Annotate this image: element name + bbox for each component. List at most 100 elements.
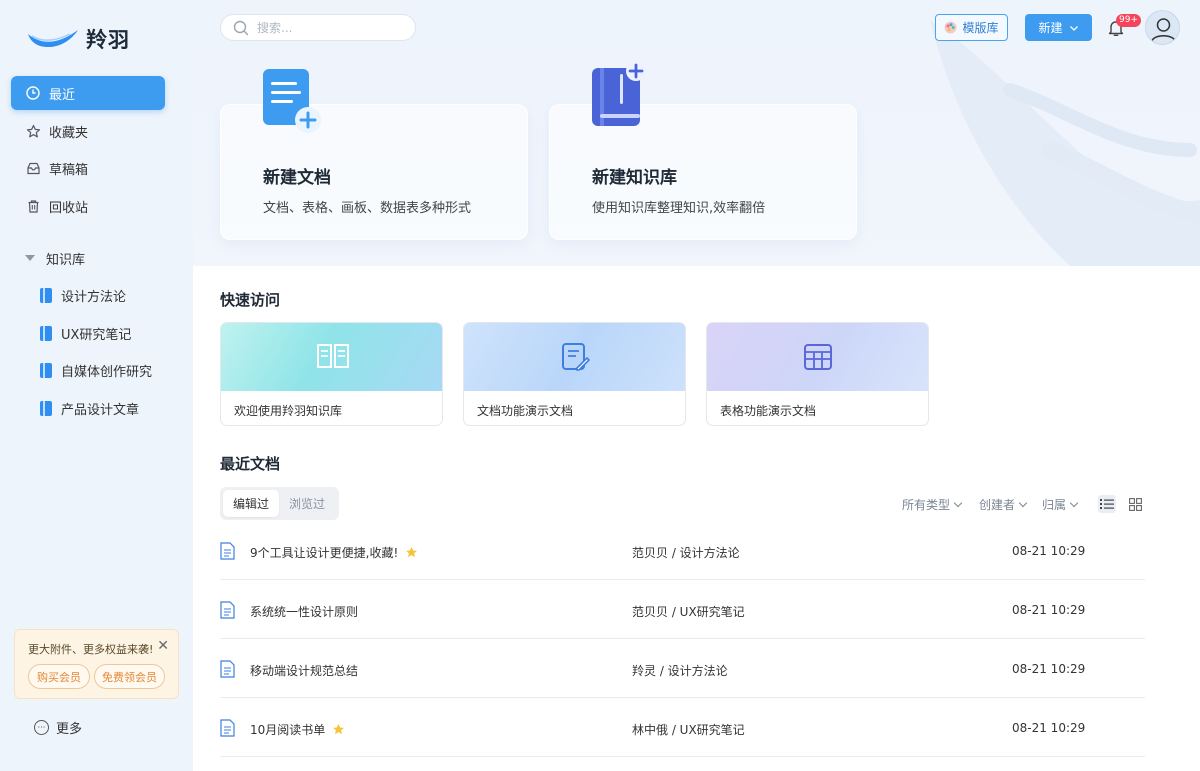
- clock-icon: [25, 85, 41, 101]
- card-label: 表格功能演示文档: [720, 404, 817, 418]
- new-label: 新建: [1038, 21, 1063, 35]
- doc-location: 林中俄 / UX研究笔记: [632, 723, 745, 737]
- recent-tabs: 编辑过 浏览过: [220, 487, 339, 520]
- quick-access-item-doc-demo[interactable]: 文档功能演示文档: [463, 322, 686, 426]
- book-icon: [40, 287, 52, 303]
- nav-recent[interactable]: 最近: [11, 76, 165, 110]
- grid-view-toggle[interactable]: [1126, 495, 1144, 513]
- filter-creator[interactable]: 创建者: [979, 496, 1028, 513]
- kb-item-media-research[interactable]: 自媒体创作研究: [40, 359, 152, 381]
- chevron-down-icon: [1069, 498, 1079, 507]
- table-row[interactable]: 移动端设计规范总结 羚灵 / 设计方法论 08-21 10:29: [220, 640, 1145, 698]
- doc-name: 移动端设计规范总结: [250, 662, 358, 679]
- app-logo[interactable]: 羚羽: [26, 24, 130, 54]
- kb-item-label: 设计方法论: [61, 289, 127, 305]
- book-icon: [40, 400, 52, 416]
- card-subtitle: 使用知识库整理知识,效率翻倍: [592, 201, 766, 216]
- filter-label: 归属: [1042, 498, 1067, 512]
- filter-label: 所有类型: [902, 498, 951, 512]
- nav-drafts[interactable]: 草稿箱: [11, 151, 165, 185]
- nav-label: 回收站: [49, 200, 89, 216]
- card-cover: [707, 323, 928, 391]
- card-label: 文档功能演示文档: [477, 404, 574, 418]
- list-view-toggle[interactable]: [1098, 495, 1116, 513]
- kb-item-label: UX研究笔记: [61, 327, 132, 343]
- book-open-icon: [317, 344, 349, 368]
- filter-type[interactable]: 所有类型: [902, 496, 963, 513]
- doc-title: 系统统一性设计原则: [250, 605, 359, 619]
- search-icon: [233, 20, 249, 35]
- membership-promo: 更大附件、更多权益来袭! ✕ 购买会员 免费领会员: [14, 629, 179, 699]
- filter-owner[interactable]: 归属: [1042, 496, 1079, 513]
- quick-access-item-welcome[interactable]: 欢迎使用羚羽知识库: [220, 322, 443, 426]
- buy-membership-button[interactable]: 购买会员: [28, 664, 90, 689]
- star-filled-icon: [405, 546, 418, 559]
- document-icon: [220, 601, 235, 619]
- doc-location: 范贝贝 / UX研究笔记: [632, 605, 745, 619]
- kb-item-ux-notes[interactable]: UX研究笔记: [40, 322, 131, 344]
- list-view-icon: [1100, 499, 1114, 509]
- chevron-down-icon: [953, 498, 963, 507]
- doc-time: 08-21 10:29: [1012, 603, 1086, 617]
- templates-label: 模版库: [962, 21, 999, 35]
- tab-viewed[interactable]: 浏览过: [279, 490, 335, 517]
- star-filled-icon: [332, 723, 345, 736]
- nav-label: 草稿箱: [49, 162, 89, 178]
- doc-name: 系统统一性设计原则: [250, 603, 358, 620]
- doc-title: 10月阅读书单: [250, 723, 326, 737]
- kb-item-design-method[interactable]: 设计方法论: [40, 284, 126, 306]
- document-icon: [220, 719, 235, 737]
- doc-location: 羚灵 / 设计方法论: [632, 664, 728, 678]
- table-row[interactable]: 系统统一性设计原则 范贝贝 / UX研究笔记 08-21 10:29: [220, 581, 1145, 639]
- doc-time: 08-21 10:29: [1012, 721, 1086, 735]
- doc-title: 9个工具让设计更便捷,收藏!: [250, 546, 399, 560]
- more-button[interactable]: ··· 更多: [34, 718, 82, 737]
- doc-name: 9个工具让设计更便捷,收藏!: [250, 544, 418, 561]
- card-subtitle: 文档、表格、画板、数据表多种形式: [263, 201, 472, 216]
- chevron-down-icon: [1018, 498, 1028, 507]
- free-membership-button[interactable]: 免费领会员: [94, 664, 165, 689]
- doc-time: 08-21 10:29: [1012, 544, 1086, 558]
- kb-item-product-articles[interactable]: 产品设计文章: [40, 397, 139, 419]
- document-icon: [220, 660, 235, 678]
- doc-edit-icon: [562, 343, 591, 371]
- table-row[interactable]: 10月阅读书单 林中俄 / UX研究笔记 08-21 10:29: [220, 699, 1145, 757]
- tab-edited[interactable]: 编辑过: [223, 490, 279, 517]
- more-label: 更多: [56, 722, 83, 737]
- caret-down-icon: [25, 255, 35, 261]
- card-cover: [221, 323, 442, 391]
- kb-item-label: 产品设计文章: [61, 402, 140, 418]
- doc-location: 范贝贝 / 设计方法论: [632, 546, 740, 560]
- inbox-icon: [25, 160, 41, 176]
- card-title: 新建文档: [263, 168, 331, 188]
- table-row[interactable]: 9个工具让设计更便捷,收藏! 范贝贝 / 设计方法论 08-21 10:29: [220, 522, 1145, 580]
- knowledge-base-toggle[interactable]: 知识库: [25, 248, 85, 268]
- palette-icon: [944, 21, 957, 34]
- more-dots-icon: ···: [34, 720, 49, 735]
- quick-access-item-table-demo[interactable]: 表格功能演示文档: [706, 322, 929, 426]
- avatar[interactable]: [1145, 10, 1180, 45]
- nav-favorites[interactable]: 收藏夹: [11, 114, 165, 148]
- sidebar: 羚羽 最近 收藏夹 草稿箱 回收站 知识库 设计方法论 UX研究笔记 自媒体创作…: [0, 0, 193, 771]
- nav-label: 最近: [49, 87, 76, 103]
- card-title: 新建知识库: [592, 168, 677, 188]
- card-cover: [464, 323, 685, 391]
- search-box[interactable]: [220, 14, 416, 41]
- close-icon[interactable]: ✕: [157, 638, 169, 654]
- doc-title: 移动端设计规范总结: [250, 664, 359, 678]
- promo-text: 更大附件、更多权益来袭!: [28, 643, 154, 656]
- kb-header-label: 知识库: [46, 252, 86, 268]
- book-icon: [40, 325, 52, 341]
- doc-name: 10月阅读书单: [250, 721, 345, 738]
- new-button[interactable]: 新建: [1025, 14, 1092, 41]
- new-knowledge-base-icon: [592, 61, 646, 126]
- templates-button[interactable]: 模版库: [935, 14, 1008, 41]
- nav-trash[interactable]: 回收站: [11, 189, 165, 223]
- doc-time: 08-21 10:29: [1012, 662, 1086, 676]
- document-icon: [220, 542, 235, 560]
- book-icon: [40, 362, 52, 378]
- star-outline-icon: [25, 123, 41, 139]
- search-input[interactable]: [257, 20, 407, 35]
- table-icon: [804, 344, 832, 370]
- new-document-icon: [263, 69, 321, 133]
